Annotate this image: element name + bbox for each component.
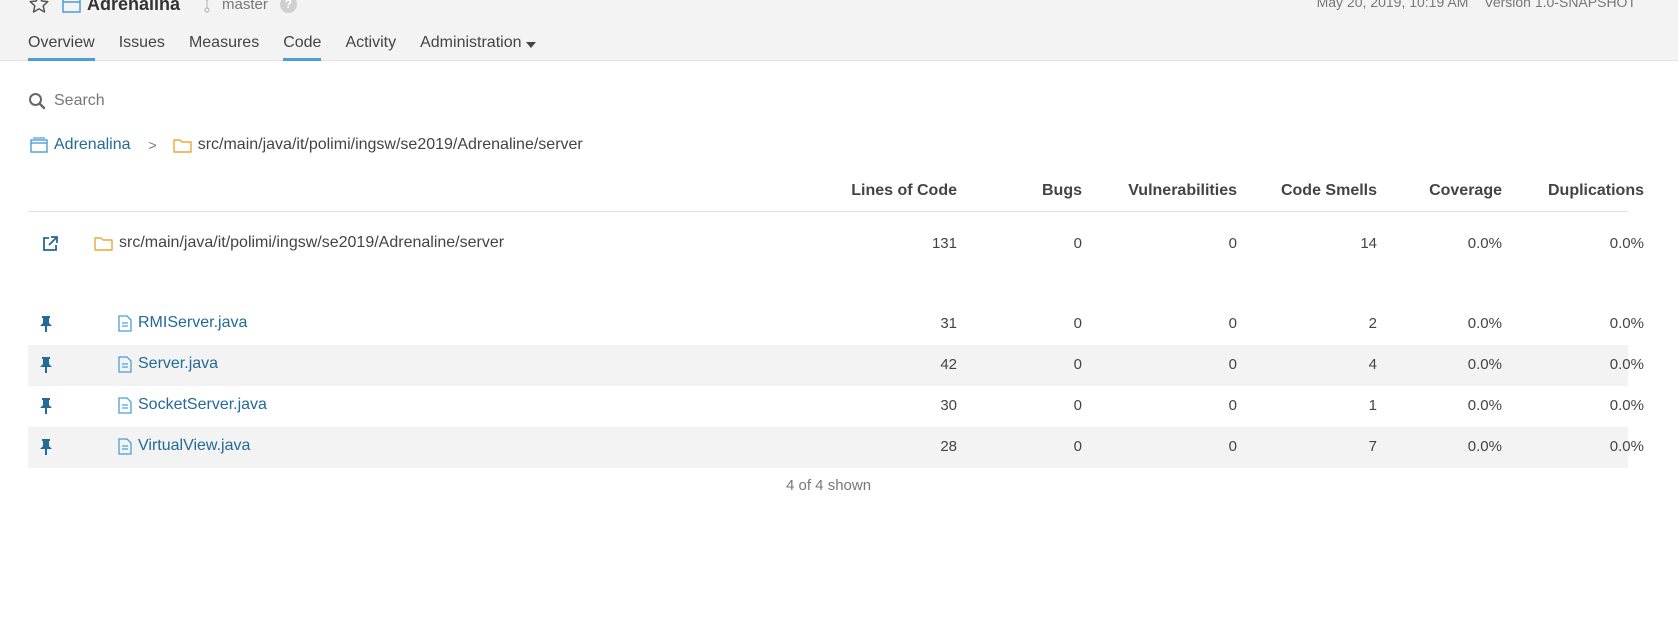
cell-vulnerabilities[interactable]: 0: [1229, 235, 1237, 252]
breadcrumb: Adrenalina > src/main/java/it/polimi/ing…: [30, 136, 583, 154]
file-name[interactable]: RMIServer.java: [118, 314, 247, 332]
chevron-down-icon: [526, 42, 537, 48]
cell-vulnerabilities[interactable]: 0: [1229, 397, 1237, 414]
pin-icon[interactable]: [38, 438, 54, 456]
pin-icon[interactable]: [38, 397, 54, 415]
star-icon[interactable]: [28, 0, 50, 15]
tab-activity[interactable]: Activity: [345, 34, 396, 61]
cell-duplications[interactable]: 0.0%: [1610, 397, 1644, 414]
cell-duplications[interactable]: 0.0%: [1610, 356, 1644, 373]
folder-icon: [94, 237, 113, 251]
cell-lines-of-code[interactable]: 42: [940, 356, 957, 373]
table-row: SocketServer.java 30 0 0 1 0.0% 0.0%: [28, 386, 1644, 427]
cell-vulnerabilities[interactable]: 0: [1229, 356, 1237, 373]
components-table: Lines of Code Bugs Vulnerabilities Code …: [28, 172, 1644, 468]
file-name[interactable]: Server.java: [118, 355, 218, 373]
folder-icon: [172, 139, 192, 153]
tab-issues[interactable]: Issues: [119, 34, 165, 61]
search-input[interactable]: Search: [28, 92, 105, 110]
tab-code-label: Code: [283, 34, 322, 51]
analysis-date: May 20, 2019, 10:19 AM: [1316, 0, 1469, 10]
cell-coverage[interactable]: 0.0%: [1468, 235, 1502, 252]
cell-coverage[interactable]: 0.0%: [1468, 438, 1502, 455]
project-title-row: Adrenalina master ?: [28, 0, 297, 16]
column-header-vulnerabilities[interactable]: Vulnerabilities: [1128, 182, 1237, 200]
analysis-meta: May 20, 2019, 10:19 AM Version 1.0-SNAPS…: [1317, 0, 1636, 10]
cell-bugs[interactable]: 0: [1074, 438, 1082, 455]
shown-count: 4 of 4 shown: [786, 477, 872, 494]
file-name-label: RMIServer.java: [138, 314, 248, 331]
cell-bugs[interactable]: 0: [1074, 356, 1082, 373]
cell-bugs[interactable]: 0: [1074, 397, 1082, 414]
tab-administration-label: Administration: [420, 34, 522, 51]
pin-icon[interactable]: [38, 356, 54, 374]
cell-coverage[interactable]: 0.0%: [1468, 356, 1502, 373]
tab-overview[interactable]: Overview: [28, 34, 95, 61]
file-icon: [118, 355, 132, 373]
cell-lines-of-code[interactable]: 31: [940, 315, 957, 332]
file-name[interactable]: VirtualView.java: [118, 437, 250, 455]
help-icon[interactable]: ?: [279, 0, 297, 13]
open-external-icon[interactable]: [41, 235, 59, 253]
column-header-lines-of-code[interactable]: Lines of Code: [851, 182, 957, 200]
cell-lines-of-code[interactable]: 28: [940, 438, 957, 455]
breadcrumb-separator: >: [148, 137, 157, 153]
directory-name: src/main/java/it/polimi/ingsw/se2019/Adr…: [94, 234, 504, 252]
table-row: Server.java 42 0 0 4 0.0% 0.0%: [28, 345, 1644, 386]
search-placeholder: Search: [54, 92, 105, 109]
cell-coverage[interactable]: 0.0%: [1468, 315, 1502, 332]
project-header: Adrenalina master ? May 20, 2019, 10:19 …: [0, 0, 1678, 61]
cell-vulnerabilities[interactable]: 0: [1229, 315, 1237, 332]
project-icon: [30, 137, 48, 153]
file-name[interactable]: SocketServer.java: [118, 396, 267, 414]
tab-code[interactable]: Code: [283, 34, 322, 61]
tab-administration[interactable]: Administration: [420, 34, 537, 61]
tab-overview-label: Overview: [28, 34, 95, 51]
tab-issues-label: Issues: [118, 34, 165, 51]
cell-code-smells[interactable]: 14: [1360, 235, 1377, 252]
cell-duplications[interactable]: 0.0%: [1610, 438, 1644, 455]
tab-measures-label: Measures: [188, 34, 260, 51]
cell-code-smells[interactable]: 7: [1369, 438, 1377, 455]
tab-measures[interactable]: Measures: [189, 34, 259, 61]
cell-lines-of-code[interactable]: 30: [940, 397, 957, 414]
file-name-label: SocketServer.java: [138, 396, 267, 413]
branch-icon: [204, 0, 210, 13]
file-name-label: VirtualView.java: [138, 437, 251, 454]
project-name[interactable]: Adrenalina: [87, 0, 180, 15]
breadcrumb-path: src/main/java/it/polimi/ingsw/se2019/Adr…: [197, 136, 583, 153]
file-name-label: Server.java: [138, 355, 219, 372]
cell-code-smells[interactable]: 1: [1369, 397, 1377, 414]
cell-lines-of-code[interactable]: 131: [932, 235, 957, 252]
cell-duplications[interactable]: 0.0%: [1610, 235, 1644, 252]
directory-row: src/main/java/it/polimi/ingsw/se2019/Adr…: [28, 224, 1644, 265]
table-row: VirtualView.java 28 0 0 7 0.0% 0.0%: [28, 427, 1644, 468]
file-icon: [118, 396, 132, 414]
search-icon: [29, 93, 46, 110]
file-icon: [118, 314, 132, 332]
cell-bugs[interactable]: 0: [1074, 235, 1082, 252]
table-row: RMIServer.java 31 0 0 2 0.0% 0.0%: [28, 304, 1644, 345]
table-header: Lines of Code Bugs Vulnerabilities Code …: [28, 172, 1644, 212]
cell-code-smells[interactable]: 2: [1369, 315, 1377, 332]
cell-duplications[interactable]: 0.0%: [1610, 315, 1644, 332]
column-header-code-smells[interactable]: Code Smells: [1281, 182, 1377, 200]
cell-vulnerabilities[interactable]: 0: [1229, 438, 1237, 455]
tab-activity-label: Activity: [345, 34, 397, 51]
project-version: Version 1.0-SNAPSHOT: [1484, 0, 1636, 10]
cell-bugs[interactable]: 0: [1074, 315, 1082, 332]
column-header-coverage[interactable]: Coverage: [1429, 182, 1502, 200]
cell-code-smells[interactable]: 4: [1369, 356, 1377, 373]
project-icon: [62, 0, 81, 13]
branch-name[interactable]: master: [222, 0, 268, 13]
project-nav: Overview Issues Measures Code Activity A…: [28, 34, 560, 61]
file-icon: [118, 437, 132, 455]
column-header-duplications[interactable]: Duplications: [1548, 182, 1644, 200]
breadcrumb-project[interactable]: Adrenalina: [54, 136, 131, 154]
directory-name-label: src/main/java/it/polimi/ingsw/se2019/Adr…: [119, 234, 505, 251]
pin-icon[interactable]: [38, 315, 54, 333]
cell-coverage[interactable]: 0.0%: [1468, 397, 1502, 414]
column-header-bugs[interactable]: Bugs: [1042, 182, 1082, 200]
